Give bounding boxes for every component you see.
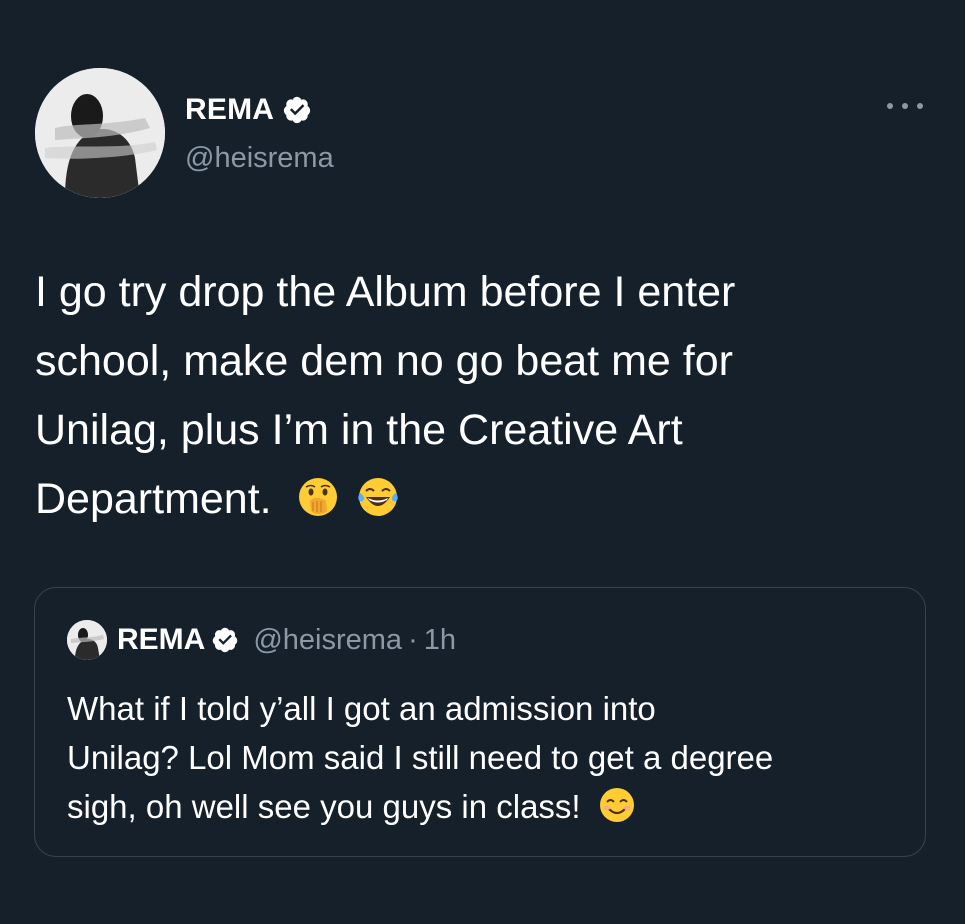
quoted-tweet-text: What if I told y’all I got an admission … xyxy=(67,684,907,831)
tweet-text-line: I go try drop the Album before I enter xyxy=(35,268,736,316)
face-with-hand-over-mouth-icon xyxy=(298,478,337,516)
author-avatar[interactable] xyxy=(35,68,165,198)
quoted-text-line: What if I told y’all I got an admission … xyxy=(67,690,656,727)
tweet-text: I go try drop the Album before I enter s… xyxy=(35,258,935,534)
tweet-text-line: Department. xyxy=(35,475,272,523)
dot-icon xyxy=(887,103,893,109)
quoted-tweet-time[interactable]: 1h xyxy=(424,624,456,657)
tweet-text-line-last: Department. xyxy=(35,465,935,534)
tweet-text-line: school, make dem no go beat me for xyxy=(35,337,733,385)
quoted-tweet[interactable]: REMA @heisrema · 1h What if I told y’all… xyxy=(34,587,926,857)
author-display-name[interactable]: REMA xyxy=(185,93,274,127)
tweet-text-line: Unilag, plus I’m in the Creative Art xyxy=(35,406,683,454)
more-options-icon[interactable] xyxy=(887,96,923,116)
face-with-tears-of-joy-icon xyxy=(357,478,398,516)
verified-badge-icon xyxy=(213,627,238,653)
quoted-author-name[interactable]: REMA xyxy=(117,623,205,657)
dot-icon xyxy=(917,103,923,109)
author-name-row[interactable]: REMA xyxy=(185,92,312,128)
meta-separator: · xyxy=(408,623,418,656)
tweet-card: REMA @heisrema I go try drop the Album b… xyxy=(0,0,965,924)
smiling-face-with-smiling-eyes-icon xyxy=(599,788,634,822)
quoted-author-avatar[interactable] xyxy=(67,620,107,660)
quoted-author-handle[interactable]: @heisrema xyxy=(253,624,402,657)
quoted-text-line: sigh, oh well see you guys in class! xyxy=(67,788,581,825)
quoted-text-line: Unilag? Lol Mom said I still need to get… xyxy=(67,739,774,776)
dot-icon xyxy=(902,103,908,109)
verified-badge-icon xyxy=(284,96,311,124)
author-handle[interactable]: @heisrema xyxy=(185,142,334,175)
quoted-tweet-header: REMA @heisrema · 1h xyxy=(67,620,456,660)
quoted-text-line-last: sigh, oh well see you guys in class! xyxy=(67,782,907,831)
